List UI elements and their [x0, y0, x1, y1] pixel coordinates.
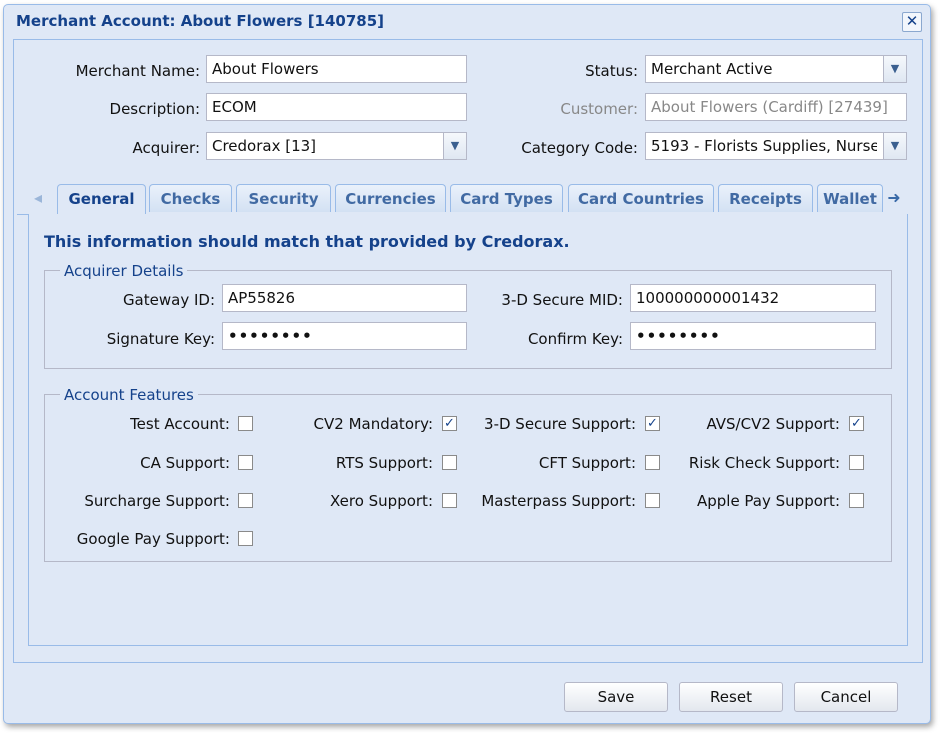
signature-key-label: Signature Key:: [106, 330, 215, 348]
customer-field: About Flowers (Cardiff) [27439]: [645, 93, 907, 121]
description-label: Description:: [109, 100, 200, 118]
tab-card-types[interactable]: Card Types: [450, 184, 563, 212]
status-value: Merchant Active: [651, 60, 773, 78]
rts-support-checkbox[interactable]: [442, 455, 457, 470]
confirm-key-input[interactable]: ••••••••: [630, 322, 876, 350]
masterpass-support-checkbox[interactable]: [645, 493, 660, 508]
secure-support-checkbox[interactable]: ✓: [645, 416, 660, 431]
gateway-id-label: Gateway ID:: [122, 291, 215, 309]
info-message: This information should match that provi…: [44, 232, 570, 251]
apple-pay-support-label: Apple Pay Support:: [696, 492, 840, 510]
ca-support-checkbox[interactable]: [238, 455, 253, 470]
test-account-label: Test Account:: [130, 415, 230, 433]
acquirer-label: Acquirer:: [132, 139, 200, 157]
avs-cv2-support-label: AVS/CV2 Support:: [706, 415, 840, 433]
category-code-label: Category Code:: [521, 139, 638, 157]
risk-check-support-checkbox[interactable]: [849, 455, 864, 470]
chevron-down-icon[interactable]: ▼: [883, 56, 906, 82]
cft-support-checkbox[interactable]: [645, 455, 660, 470]
tab-security[interactable]: Security: [236, 184, 331, 212]
avs-cv2-support-checkbox[interactable]: ✓: [849, 416, 864, 431]
surcharge-support-checkbox[interactable]: [238, 493, 253, 508]
description-input[interactable]: ECOM: [206, 93, 467, 121]
tab-checks[interactable]: Checks: [149, 184, 232, 212]
close-icon[interactable]: ✕: [902, 12, 922, 32]
google-pay-support-label: Google Pay Support:: [76, 530, 230, 548]
title-bar[interactable]: Merchant Account: About Flowers [140785]…: [4, 5, 930, 39]
acquirer-value: Credorax [13]: [212, 137, 317, 155]
tab-scroll-right-icon[interactable]: ➜: [887, 188, 901, 208]
secure-mid-input[interactable]: 100000000001432: [630, 284, 876, 312]
tab-wallet[interactable]: Wallet: [817, 184, 883, 212]
merchant-name-input[interactable]: About Flowers: [206, 55, 467, 83]
customer-label: Customer:: [560, 100, 638, 118]
confirm-key-label: Confirm Key:: [527, 330, 623, 348]
merchant-name-label: Merchant Name:: [75, 62, 200, 80]
chevron-down-icon[interactable]: ▼: [883, 133, 906, 159]
apple-pay-support-checkbox[interactable]: [849, 493, 864, 508]
window-title: Merchant Account: About Flowers [140785]: [16, 12, 385, 30]
save-button[interactable]: Save: [564, 682, 668, 712]
test-account-checkbox[interactable]: [238, 416, 253, 431]
acquirer-details-legend: Acquirer Details: [60, 262, 188, 280]
tab-scroll-left-icon[interactable]: ◂: [31, 188, 45, 208]
chevron-down-icon[interactable]: ▼: [443, 133, 466, 159]
cft-support-label: CFT Support:: [538, 454, 636, 472]
cv2-mandatory-checkbox[interactable]: ✓: [442, 416, 457, 431]
cancel-button[interactable]: Cancel: [794, 682, 898, 712]
tab-currencies[interactable]: Currencies: [335, 184, 446, 212]
category-code-select[interactable]: 5193 - Florists Supplies, Nurse ▼: [645, 132, 907, 160]
ca-support-label: CA Support:: [140, 454, 230, 472]
gateway-id-input[interactable]: AP55826: [222, 284, 467, 312]
xero-support-checkbox[interactable]: [442, 493, 457, 508]
acquirer-select[interactable]: Credorax [13] ▼: [206, 132, 467, 160]
secure-mid-label: 3-D Secure MID:: [501, 291, 623, 309]
signature-key-input[interactable]: ••••••••: [222, 322, 467, 350]
status-select[interactable]: Merchant Active ▼: [645, 55, 907, 83]
xero-support-label: Xero Support:: [330, 492, 433, 510]
tab-receipts[interactable]: Receipts: [718, 184, 813, 212]
surcharge-support-label: Surcharge Support:: [84, 492, 230, 510]
rts-support-label: RTS Support:: [335, 454, 433, 472]
cv2-mandatory-label: CV2 Mandatory:: [313, 415, 433, 433]
tab-strip: ◂ General Checks Security Currencies Car…: [17, 180, 907, 215]
reset-button[interactable]: Reset: [679, 682, 783, 712]
account-features-legend: Account Features: [60, 386, 198, 404]
google-pay-support-checkbox[interactable]: [238, 531, 253, 546]
status-label: Status:: [585, 62, 638, 80]
masterpass-support-label: Masterpass Support:: [481, 492, 636, 510]
tab-card-countries[interactable]: Card Countries: [568, 184, 714, 212]
risk-check-support-label: Risk Check Support:: [688, 454, 840, 472]
tab-general[interactable]: General: [57, 184, 146, 215]
secure-support-label: 3-D Secure Support:: [484, 415, 636, 433]
category-code-value: 5193 - Florists Supplies, Nurse: [651, 137, 877, 155]
